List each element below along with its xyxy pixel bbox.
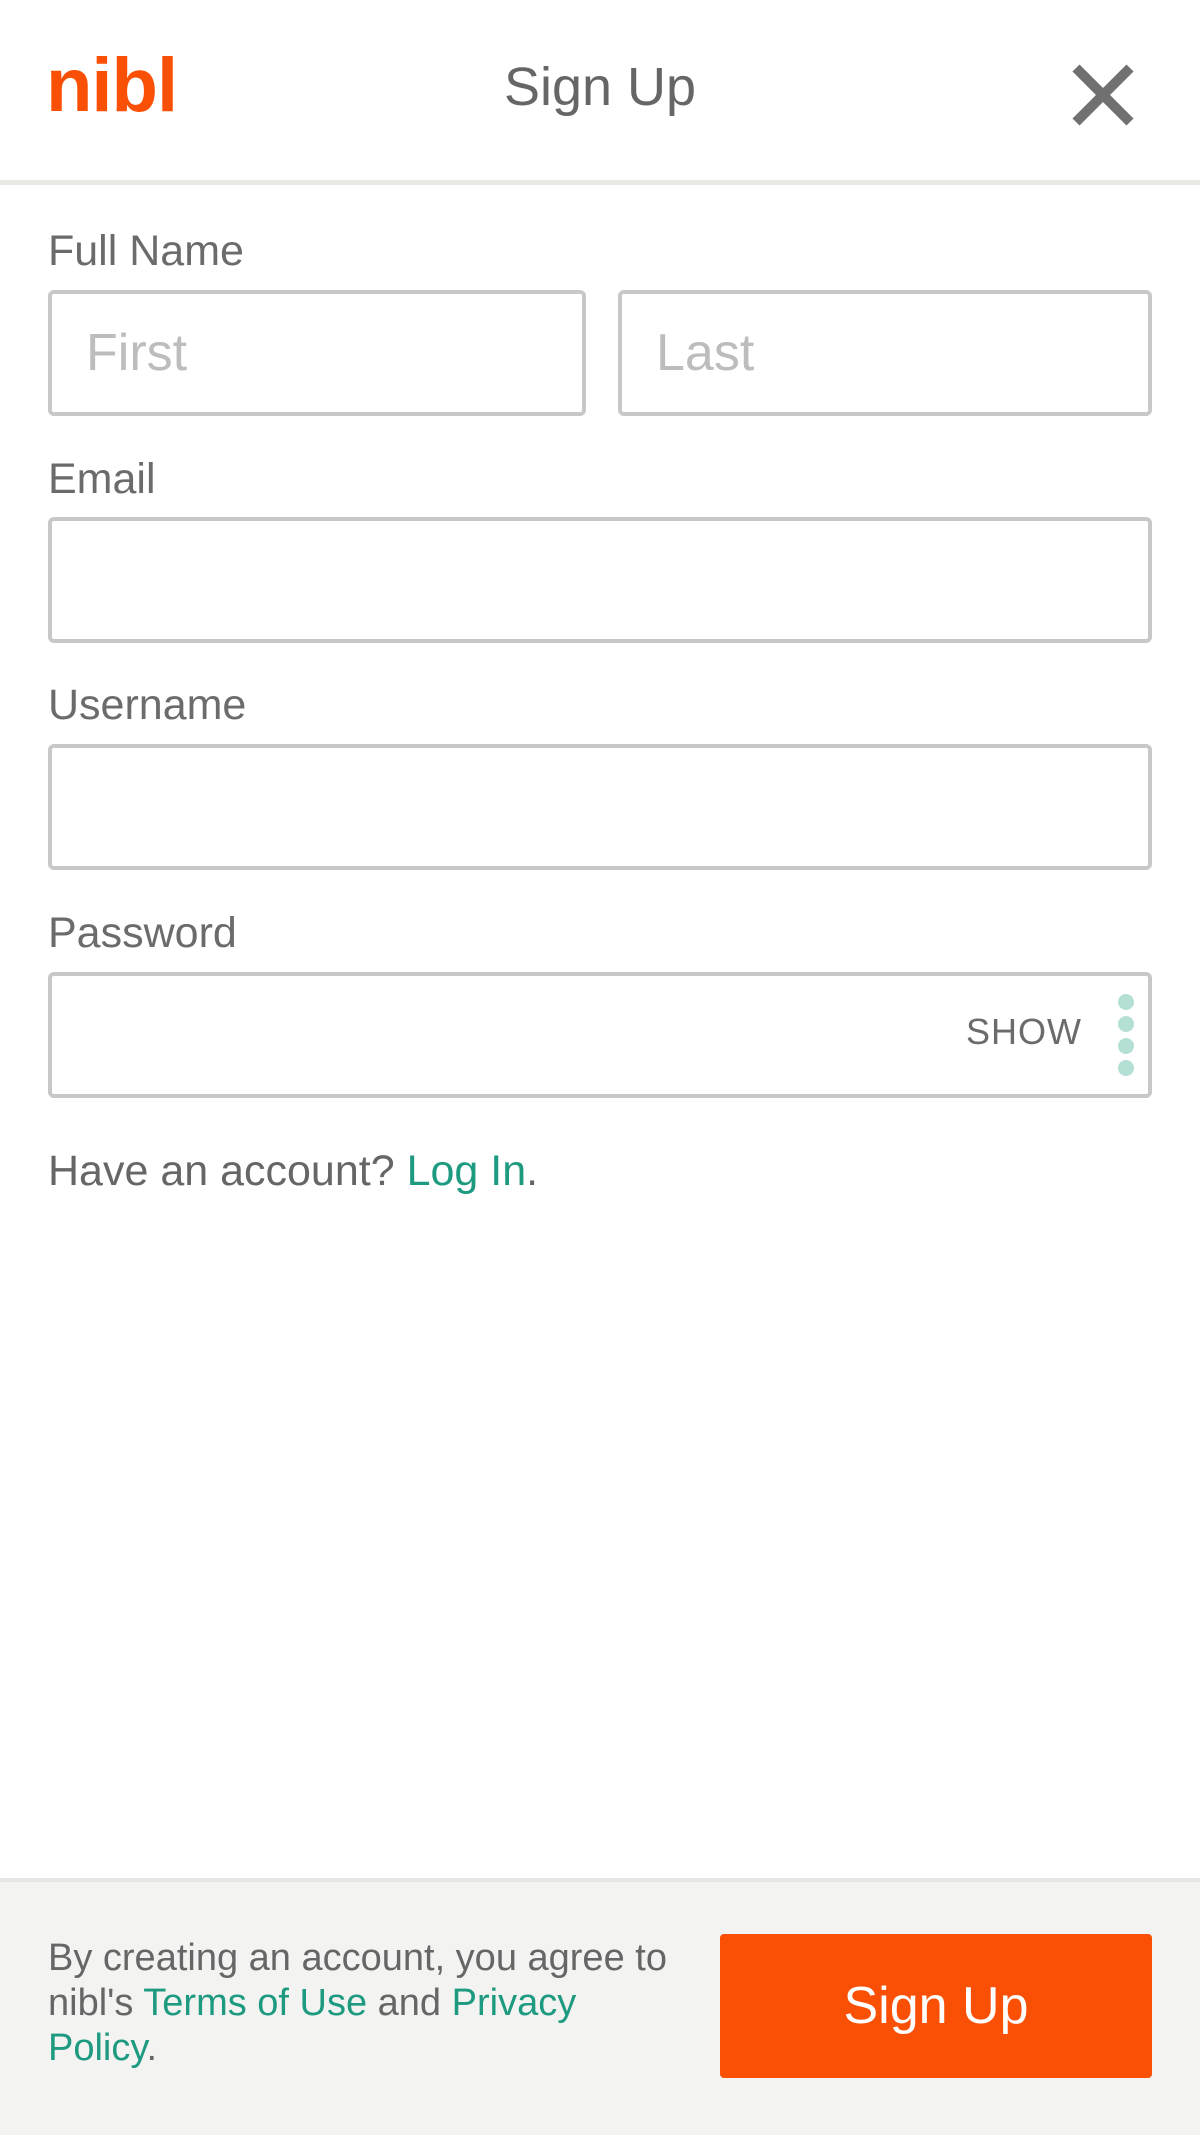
terms-of-use-link[interactable]: Terms of Use xyxy=(143,1982,367,2024)
legal-and: and xyxy=(367,1982,452,2024)
legal-notice: By creating an account, you agree to nib… xyxy=(48,1936,668,2071)
last-name-field xyxy=(618,290,1152,416)
password-field: SHOW xyxy=(48,972,1152,1098)
username-label: Username xyxy=(48,681,247,729)
legal-suffix: . xyxy=(146,2027,158,2069)
show-password-button[interactable]: SHOW xyxy=(966,1014,1082,1050)
password-label: Password xyxy=(48,909,237,957)
login-prompt: Have an account? Log In. xyxy=(48,1150,538,1193)
last-name-input[interactable] xyxy=(622,294,1148,412)
full-name-label: Full Name xyxy=(48,227,244,275)
login-link[interactable]: Log In xyxy=(407,1147,527,1195)
email-label: Email xyxy=(48,455,156,503)
header: nibl Sign Up xyxy=(0,0,1200,185)
email-field xyxy=(48,517,1152,643)
login-prompt-text: Have an account? xyxy=(48,1147,407,1195)
login-prompt-suffix: . xyxy=(526,1147,539,1195)
close-icon xyxy=(1072,64,1134,126)
signup-page: nibl Sign Up Full Name Email Username Pa… xyxy=(0,0,1200,2135)
sign-up-button[interactable]: Sign Up xyxy=(720,1934,1152,2078)
first-name-field xyxy=(48,290,586,416)
close-button[interactable] xyxy=(1070,62,1136,128)
more-dots-icon xyxy=(1118,994,1134,1080)
email-input[interactable] xyxy=(52,521,1148,639)
username-field xyxy=(48,744,1152,870)
footer: By creating an account, you agree to nib… xyxy=(0,1878,1200,2135)
username-input[interactable] xyxy=(52,748,1148,866)
first-name-input[interactable] xyxy=(52,294,582,412)
page-title: Sign Up xyxy=(503,57,697,117)
